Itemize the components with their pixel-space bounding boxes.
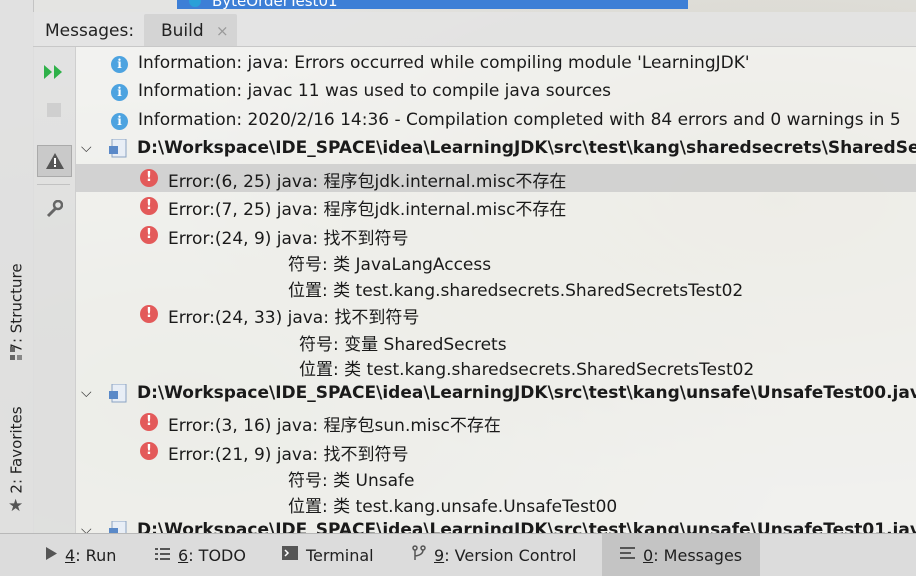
messages-tool-label: : Messages — [653, 545, 743, 565]
editor-tab-remnant[interactable]: ByteOrderTest01 — [177, 0, 688, 9]
info-icon: i — [111, 84, 128, 101]
java-file-icon — [109, 521, 127, 533]
error-row[interactable]: ! Error:(21, 9) java: 找不到符号 — [76, 437, 916, 465]
messages-key: 0 — [643, 545, 654, 565]
stop-icon — [46, 103, 61, 117]
info-row[interactable]: i Information: 2020/2/16 14:36 - Compila… — [76, 107, 916, 135]
wrench-icon — [46, 200, 63, 218]
error-text: Error:(24, 9) java: 找不到符号 — [168, 229, 409, 249]
error-detail: 符号: 类 JavaLangAccess — [288, 255, 492, 275]
file-path: D:\Workspace\IDE_SPACE\idea\LearningJDK\… — [137, 520, 916, 533]
rerun-icon — [43, 65, 62, 79]
run-label: : Run — [75, 545, 117, 565]
todo-key: 6 — [178, 545, 189, 565]
todo-icon — [155, 547, 170, 564]
error-icon: ! — [140, 226, 158, 244]
version-control-tool-button[interactable]: 9: Version Control — [412, 534, 576, 576]
error-row[interactable]: ! Error:(6, 25) java: 程序包jdk.internal.mi… — [76, 164, 916, 192]
file-path: D:\Workspace\IDE_SPACE\idea\LearningJDK\… — [137, 383, 916, 403]
error-text: Error:(6, 25) java: 程序包jdk.internal.misc… — [168, 172, 567, 192]
bottom-tool-bar: 4: Run 6: TODO Terminal 9: Version Contr… — [0, 533, 916, 576]
error-row[interactable]: ! Error:(3, 16) java: 程序包sun.misc不存在 — [76, 408, 916, 436]
structure-icon — [10, 346, 22, 365]
messages-icon — [620, 547, 635, 563]
tab-build-label: Build — [161, 21, 204, 41]
close-icon[interactable]: × — [216, 22, 229, 40]
rerun-button[interactable] — [37, 57, 70, 87]
editor-tab-title: ByteOrderTest01 — [212, 0, 338, 9]
chevron-down-icon[interactable]: ⌵ — [81, 385, 92, 401]
error-row[interactable]: ! Error:(7, 25) java: 程序包jdk.internal.mi… — [76, 192, 916, 220]
file-path: D:\Workspace\IDE_SPACE\idea\LearningJDK\… — [137, 138, 916, 158]
error-icon: ! — [140, 169, 158, 187]
warning-filter-button[interactable] — [37, 145, 72, 177]
info-icon: i — [111, 113, 128, 130]
left-tool-strip: 7: Structure 2: Favorites ★ — [0, 0, 34, 533]
file-group-row[interactable]: ⌵ D:\Workspace\IDE_SPACE\idea\LearningJD… — [76, 135, 916, 163]
terminal-tool-button[interactable]: Terminal — [282, 534, 374, 576]
error-text: Error:(3, 16) java: 程序包sun.misc不存在 — [168, 416, 501, 436]
stop-button[interactable] — [37, 95, 70, 125]
terminal-icon — [282, 546, 298, 564]
info-text: Information: java: Errors occurred while… — [138, 53, 750, 73]
structure-label: 7: Structure — [7, 262, 26, 353]
run-tool-button[interactable]: 4: Run — [46, 534, 116, 576]
error-detail: 位置: 类 test.kang.unsafe.UnsafeTest00 — [288, 497, 618, 517]
todo-tool-button[interactable]: 6: TODO — [155, 534, 246, 576]
error-text: Error:(21, 9) java: 找不到符号 — [168, 445, 409, 465]
favorites-label: 2: Favorites — [7, 406, 26, 494]
tool-window-tabbar: Messages: Build × — [33, 12, 916, 47]
messages-title: Messages: — [45, 21, 135, 41]
java-file-icon — [109, 139, 127, 158]
info-icon: i — [111, 56, 128, 73]
error-icon: ! — [140, 197, 158, 215]
favorites-side-tab[interactable]: 2: Favorites — [0, 395, 33, 505]
messages-list[interactable]: i Information: java: Errors occurred whi… — [76, 47, 916, 533]
error-detail: 位置: 类 test.kang.sharedsecrets.SharedSecr… — [299, 360, 755, 380]
error-icon: ! — [140, 442, 158, 460]
terminal-label: Terminal — [306, 545, 374, 565]
run-icon — [46, 546, 57, 564]
vc-key: 9 — [434, 545, 445, 565]
run-key: 4 — [65, 545, 76, 565]
error-detail: 符号: 变量 SharedSecrets — [299, 335, 507, 355]
error-icon: ! — [140, 305, 158, 323]
error-icon: ! — [140, 413, 158, 431]
file-group-row[interactable]: ⌵ D:\Workspace\IDE_SPACE\idea\LearningJD… — [76, 517, 916, 533]
toolbar-divider — [37, 184, 70, 185]
info-text: Information: 2020/2/16 14:36 - Compilati… — [138, 110, 901, 130]
info-row[interactable]: i Information: java: Errors occurred whi… — [76, 50, 916, 78]
warning-filter-icon — [45, 153, 64, 169]
vc-label: : Version Control — [444, 545, 577, 565]
chevron-down-icon[interactable]: ⌵ — [81, 140, 92, 156]
info-row[interactable]: i Information: javac 11 was used to comp… — [76, 78, 916, 106]
error-row[interactable]: ! Error:(24, 33) java: 找不到符号 — [76, 300, 916, 328]
messages-tool-button[interactable]: 0: Messages — [602, 534, 760, 576]
java-file-icon — [109, 384, 127, 403]
error-row[interactable]: ! Error:(24, 9) java: 找不到符号 — [76, 221, 916, 249]
messages-toolbar — [33, 47, 76, 533]
settings-button[interactable] — [37, 194, 70, 224]
error-text: Error:(24, 33) java: 找不到符号 — [168, 308, 420, 328]
error-detail: 位置: 类 test.kang.sharedsecrets.SharedSecr… — [288, 281, 744, 301]
chevron-down-icon[interactable]: ⌵ — [81, 522, 92, 533]
file-group-row[interactable]: ⌵ D:\Workspace\IDE_SPACE\idea\LearningJD… — [76, 380, 916, 408]
version-control-icon — [412, 545, 426, 565]
class-icon — [189, 0, 201, 7]
tab-build[interactable]: Build × — [144, 14, 237, 46]
error-text: Error:(7, 25) java: 程序包jdk.internal.misc… — [168, 200, 567, 220]
todo-label: : TODO — [188, 545, 246, 565]
error-detail: 符号: 类 Unsafe — [288, 471, 415, 491]
star-icon: ★ — [8, 496, 24, 516]
info-text: Information: javac 11 was used to compil… — [138, 81, 612, 101]
